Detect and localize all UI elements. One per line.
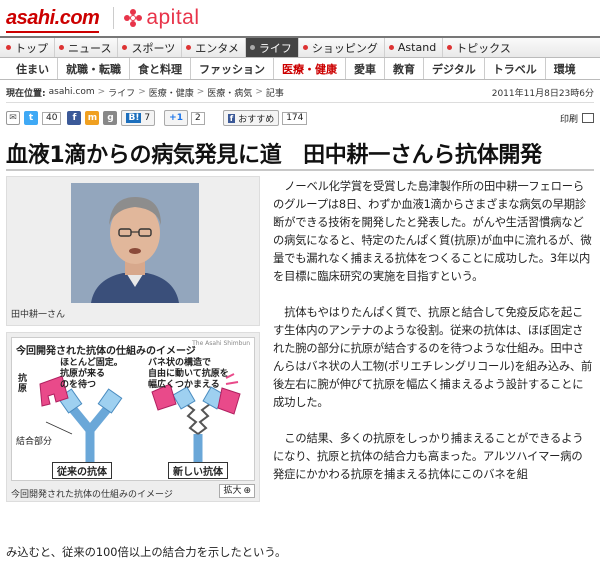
breadcrumb-life[interactable]: ライフ: [108, 86, 135, 99]
breadcrumb-separator: >: [138, 87, 146, 97]
breadcrumb-disease[interactable]: 医療・病気: [207, 86, 252, 99]
old-antibody-label: 従来の抗体: [52, 462, 112, 479]
primary-nav: トップ ニュース スポーツ エンタメ ライフ ショッピング Astand トピッ…: [0, 36, 600, 58]
paragraph-continuation: み込むと、従来の100倍以上の結合力を示したという。: [6, 546, 287, 559]
nav-topics[interactable]: トピックス: [443, 38, 517, 57]
apital-flower-icon: [124, 9, 143, 27]
gree-icon[interactable]: g: [103, 111, 118, 125]
apital-logo-text: apital: [146, 6, 200, 29]
photo-figure: 田中耕一さん: [6, 176, 260, 326]
recommend-count: 174: [282, 111, 308, 125]
breadcrumb-article: 記事: [265, 88, 284, 99]
bullet-icon: [388, 45, 394, 50]
breadcrumb-separator: >: [97, 87, 106, 97]
nav-news[interactable]: ニュース: [55, 38, 119, 57]
subnav-travel[interactable]: トラベル: [485, 58, 546, 79]
breadcrumb-health[interactable]: 医療・健康: [149, 86, 194, 99]
breadcrumb-divider: [6, 102, 594, 103]
subnav-digital[interactable]: デジタル: [424, 58, 485, 79]
breadcrumb-label: 現在位置:: [6, 88, 46, 99]
share-bar: ✉ t 40 f m g B! 7 +1 2 f おすすめ 174 印刷: [6, 108, 594, 128]
bullet-icon: [59, 45, 64, 50]
twitter-count: 40: [42, 111, 62, 125]
diagram-credit: The Asahi Shimbun: [192, 340, 250, 347]
subnav-cars[interactable]: 愛車: [346, 58, 385, 79]
subnav-housing[interactable]: 住まい: [8, 58, 58, 79]
new-antibody-label: 新しい抗体: [168, 462, 228, 479]
printer-icon: [582, 113, 594, 123]
antibody-diagram[interactable]: 今回開発された抗体の仕組みのイメージ The Asahi Shimbun ほとん…: [11, 337, 255, 481]
diagram-figure: 今回開発された抗体の仕組みのイメージ The Asahi Shimbun ほとん…: [6, 332, 260, 502]
asahi-logo-text: asahi.com: [6, 6, 100, 29]
subnav-education[interactable]: 教育: [385, 58, 424, 79]
diagram-title: 今回開発された抗体の仕組みのイメージ: [16, 346, 196, 357]
breadcrumb-separator: >: [196, 87, 205, 97]
hatena-bookmark-button[interactable]: B! 7: [121, 110, 156, 126]
title-divider: [6, 169, 594, 171]
binding-label: 結合部分: [16, 437, 53, 447]
nav-entertainment[interactable]: エンタメ: [182, 38, 246, 57]
bullet-icon: [6, 45, 11, 50]
nav-life[interactable]: ライフ: [245, 38, 299, 57]
subnav-fashion[interactable]: ファッション: [191, 58, 274, 79]
asahi-logo[interactable]: asahi.com: [6, 6, 100, 33]
photo-caption: 田中耕一さん: [11, 310, 66, 320]
nav-top[interactable]: トップ: [2, 38, 55, 57]
header-divider: [113, 7, 115, 29]
like-icon: f: [227, 113, 236, 123]
facebook-icon[interactable]: f: [67, 111, 82, 125]
zoom-button[interactable]: 拡大 ⊕: [219, 484, 255, 498]
nav-sports[interactable]: スポーツ: [118, 38, 183, 57]
mail-icon[interactable]: ✉: [6, 111, 20, 125]
portrait-photo[interactable]: [71, 183, 199, 303]
diagram-caption: 今回開発された抗体の仕組みのイメージ: [11, 490, 173, 500]
recommend-button[interactable]: f おすすめ: [222, 110, 280, 126]
breadcrumb: 現在位置: asahi.com > ライフ > 医療・健康 > 医療・病気 > …: [6, 84, 594, 100]
subnav-health[interactable]: 医療・健康: [274, 58, 346, 79]
plusone-button[interactable]: +1: [164, 110, 188, 126]
site-header: asahi.com apital: [0, 0, 600, 36]
mixi-icon[interactable]: m: [85, 111, 100, 125]
article-date: 2011年11月8日23時6分: [491, 88, 594, 99]
print-button[interactable]: 印刷: [560, 112, 594, 125]
subnav-food[interactable]: 食と料理: [130, 58, 191, 79]
zoom-icon: ⊕: [243, 486, 251, 496]
bullet-icon: [447, 45, 453, 50]
secondary-nav: 住まい 就職・転職 食と料理 ファッション 医療・健康 愛車 教育 デジタル ト…: [0, 58, 600, 80]
paragraph: 抗体もやはりたんぱく質で、抗原と結合して免疫反応を起こす生体内のアンテナのような…: [273, 306, 593, 409]
paragraph: ノーベル化学賞を受賞した島津製作所の田中耕一フェローらのグループは8日、わずか血…: [273, 180, 592, 283]
bullet-icon: [249, 45, 255, 50]
subnav-environment[interactable]: 環境: [546, 58, 584, 79]
breadcrumb-separator: >: [255, 87, 263, 97]
subnav-jobs[interactable]: 就職・転職: [58, 58, 130, 79]
old-antibody-note: ほとんど固定。 抗原が来る のを待つ: [60, 358, 123, 390]
article-body: ノーベル化学賞を受賞した島津製作所の田中耕一フェローらのグループは8日、わずか血…: [273, 178, 593, 484]
twitter-icon[interactable]: t: [24, 111, 38, 125]
bullet-icon: [122, 45, 128, 50]
hatena-icon: B!: [126, 113, 142, 123]
nav-astand[interactable]: Astand: [385, 38, 444, 57]
article-title: 血液1滴からの病気発見に道 田中耕一さんら抗体開発: [6, 143, 542, 168]
breadcrumb-home[interactable]: asahi.com: [49, 87, 95, 97]
bullet-icon: [302, 45, 308, 50]
paragraph: この結果、多くの抗原をしっかり捕まえることができるようになり、抗原と抗体の結合力…: [273, 432, 584, 481]
antigen-label: 抗原: [18, 374, 28, 394]
bullet-icon: [186, 45, 192, 50]
apital-logo[interactable]: apital: [124, 6, 199, 30]
plusone-count: 2: [190, 111, 205, 125]
nav-shopping[interactable]: ショッピング: [299, 38, 385, 57]
new-antibody-note: バネ状の構造で 自由に動いて抗原を 幅広くつかまえる: [148, 358, 229, 390]
